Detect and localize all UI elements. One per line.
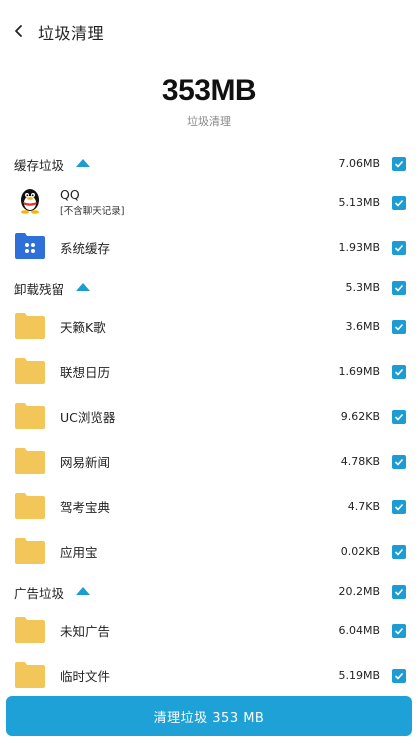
item-checkbox[interactable] <box>392 624 406 638</box>
app-header: 垃圾清理 <box>0 0 418 62</box>
folder-icon <box>15 403 45 429</box>
item-name: 驾考宝典 <box>60 500 111 515</box>
item-size: 4.78KB <box>340 455 380 468</box>
item-size: 3.6MB <box>345 320 380 333</box>
list-item-uc-browser[interactable]: UC浏览器 9.62KB <box>0 394 418 439</box>
list-item-tianlai-kge[interactable]: 天籁K歌 3.6MB <box>0 304 418 349</box>
section-title: 卸载残留 <box>14 282 65 297</box>
folder-icon <box>15 358 45 384</box>
folder-icon <box>15 538 45 564</box>
item-note: [不含聊天记录] <box>60 206 125 217</box>
item-checkbox[interactable] <box>392 320 406 334</box>
item-checkbox[interactable] <box>392 669 406 683</box>
total-junk-label: 垃圾清理 <box>187 115 231 128</box>
folder-icon <box>15 448 45 474</box>
item-name: UC浏览器 <box>60 410 116 425</box>
item-size: 5.19MB <box>338 669 380 682</box>
section-checkbox[interactable] <box>392 585 406 599</box>
item-name: 联想日历 <box>60 365 111 380</box>
section-title: 缓存垃圾 <box>14 158 65 173</box>
check-icon <box>394 458 404 466</box>
check-icon <box>394 503 404 511</box>
item-name: 应用宝 <box>60 545 98 560</box>
qq-penguin-icon <box>21 189 39 214</box>
collapse-caret-icon[interactable] <box>76 283 90 291</box>
list-item-netease-news[interactable]: 网易新闻 4.78KB <box>0 439 418 484</box>
clean-junk-button[interactable]: 清理垃圾 353 MB <box>6 696 412 736</box>
list-item-jiakao-baodian[interactable]: 驾考宝典 4.7KB <box>0 484 418 529</box>
check-icon <box>394 368 404 376</box>
check-icon <box>394 672 404 680</box>
check-icon <box>394 199 404 207</box>
section-ad-junk[interactable]: 广告垃圾 20.2MB <box>0 575 418 607</box>
item-size: 5.13MB <box>338 196 380 209</box>
list-item-unknown-ads[interactable]: 未知广告 6.04MB <box>0 608 418 653</box>
item-checkbox[interactable] <box>392 410 406 424</box>
section-size: 7.06MB <box>338 157 380 170</box>
list-item-system-cache[interactable]: 系统缓存 1.93MB <box>0 225 418 270</box>
item-size: 6.04MB <box>338 624 380 637</box>
list-item-qq[interactable]: QQ [不含聊天记录] 5.13MB <box>0 180 418 225</box>
check-icon <box>394 284 404 292</box>
folder-icon <box>15 617 45 643</box>
item-size: 1.93MB <box>338 241 380 254</box>
chevron-left-icon <box>15 25 22 37</box>
check-icon <box>394 627 404 635</box>
item-checkbox[interactable] <box>392 455 406 469</box>
item-name: QQ <box>60 187 80 202</box>
section-size: 20.2MB <box>338 585 380 598</box>
list-item-temp-files[interactable]: 临时文件 5.19MB <box>0 653 418 698</box>
item-size: 1.69MB <box>338 365 380 378</box>
folder-icon <box>15 313 45 339</box>
section-cache-junk[interactable]: 缓存垃圾 7.06MB <box>0 147 418 179</box>
section-uninstall-residue[interactable]: 卸载残留 5.3MB <box>0 271 418 303</box>
item-name: 未知广告 <box>60 624 111 639</box>
check-icon <box>394 160 404 168</box>
check-icon <box>394 413 404 421</box>
section-size: 5.3MB <box>345 281 380 294</box>
back-button[interactable] <box>8 20 30 42</box>
collapse-caret-icon[interactable] <box>76 159 90 167</box>
junk-clean-screen: 垃圾清理 353MB 垃圾清理 缓存垃圾 7.06MB QQ [不含聊天记录] … <box>0 0 418 744</box>
page-title: 垃圾清理 <box>38 24 105 43</box>
folder-icon <box>15 662 45 688</box>
check-icon <box>394 244 404 252</box>
section-checkbox[interactable] <box>392 281 406 295</box>
item-name: 临时文件 <box>60 669 111 684</box>
check-icon <box>394 588 404 596</box>
item-checkbox[interactable] <box>392 500 406 514</box>
item-size: 4.7KB <box>347 500 380 513</box>
item-checkbox[interactable] <box>392 196 406 210</box>
list-item-lenovo-calendar[interactable]: 联想日历 1.69MB <box>0 349 418 394</box>
check-icon <box>394 548 404 556</box>
list-item-yingyongbao[interactable]: 应用宝 0.02KB <box>0 529 418 574</box>
collapse-caret-icon[interactable] <box>76 587 90 595</box>
item-size: 9.62KB <box>340 410 380 423</box>
section-checkbox[interactable] <box>392 157 406 171</box>
item-name: 网易新闻 <box>60 455 111 470</box>
item-checkbox[interactable] <box>392 365 406 379</box>
total-junk-size: 353MB <box>161 74 257 107</box>
item-checkbox[interactable] <box>392 241 406 255</box>
folder-icon <box>15 493 45 519</box>
system-cache-icon <box>15 233 45 259</box>
item-name: 系统缓存 <box>60 241 111 256</box>
item-checkbox[interactable] <box>392 545 406 559</box>
section-title: 广告垃圾 <box>14 586 65 601</box>
item-size: 0.02KB <box>340 545 380 558</box>
check-icon <box>394 323 404 331</box>
item-name: 天籁K歌 <box>60 320 106 335</box>
